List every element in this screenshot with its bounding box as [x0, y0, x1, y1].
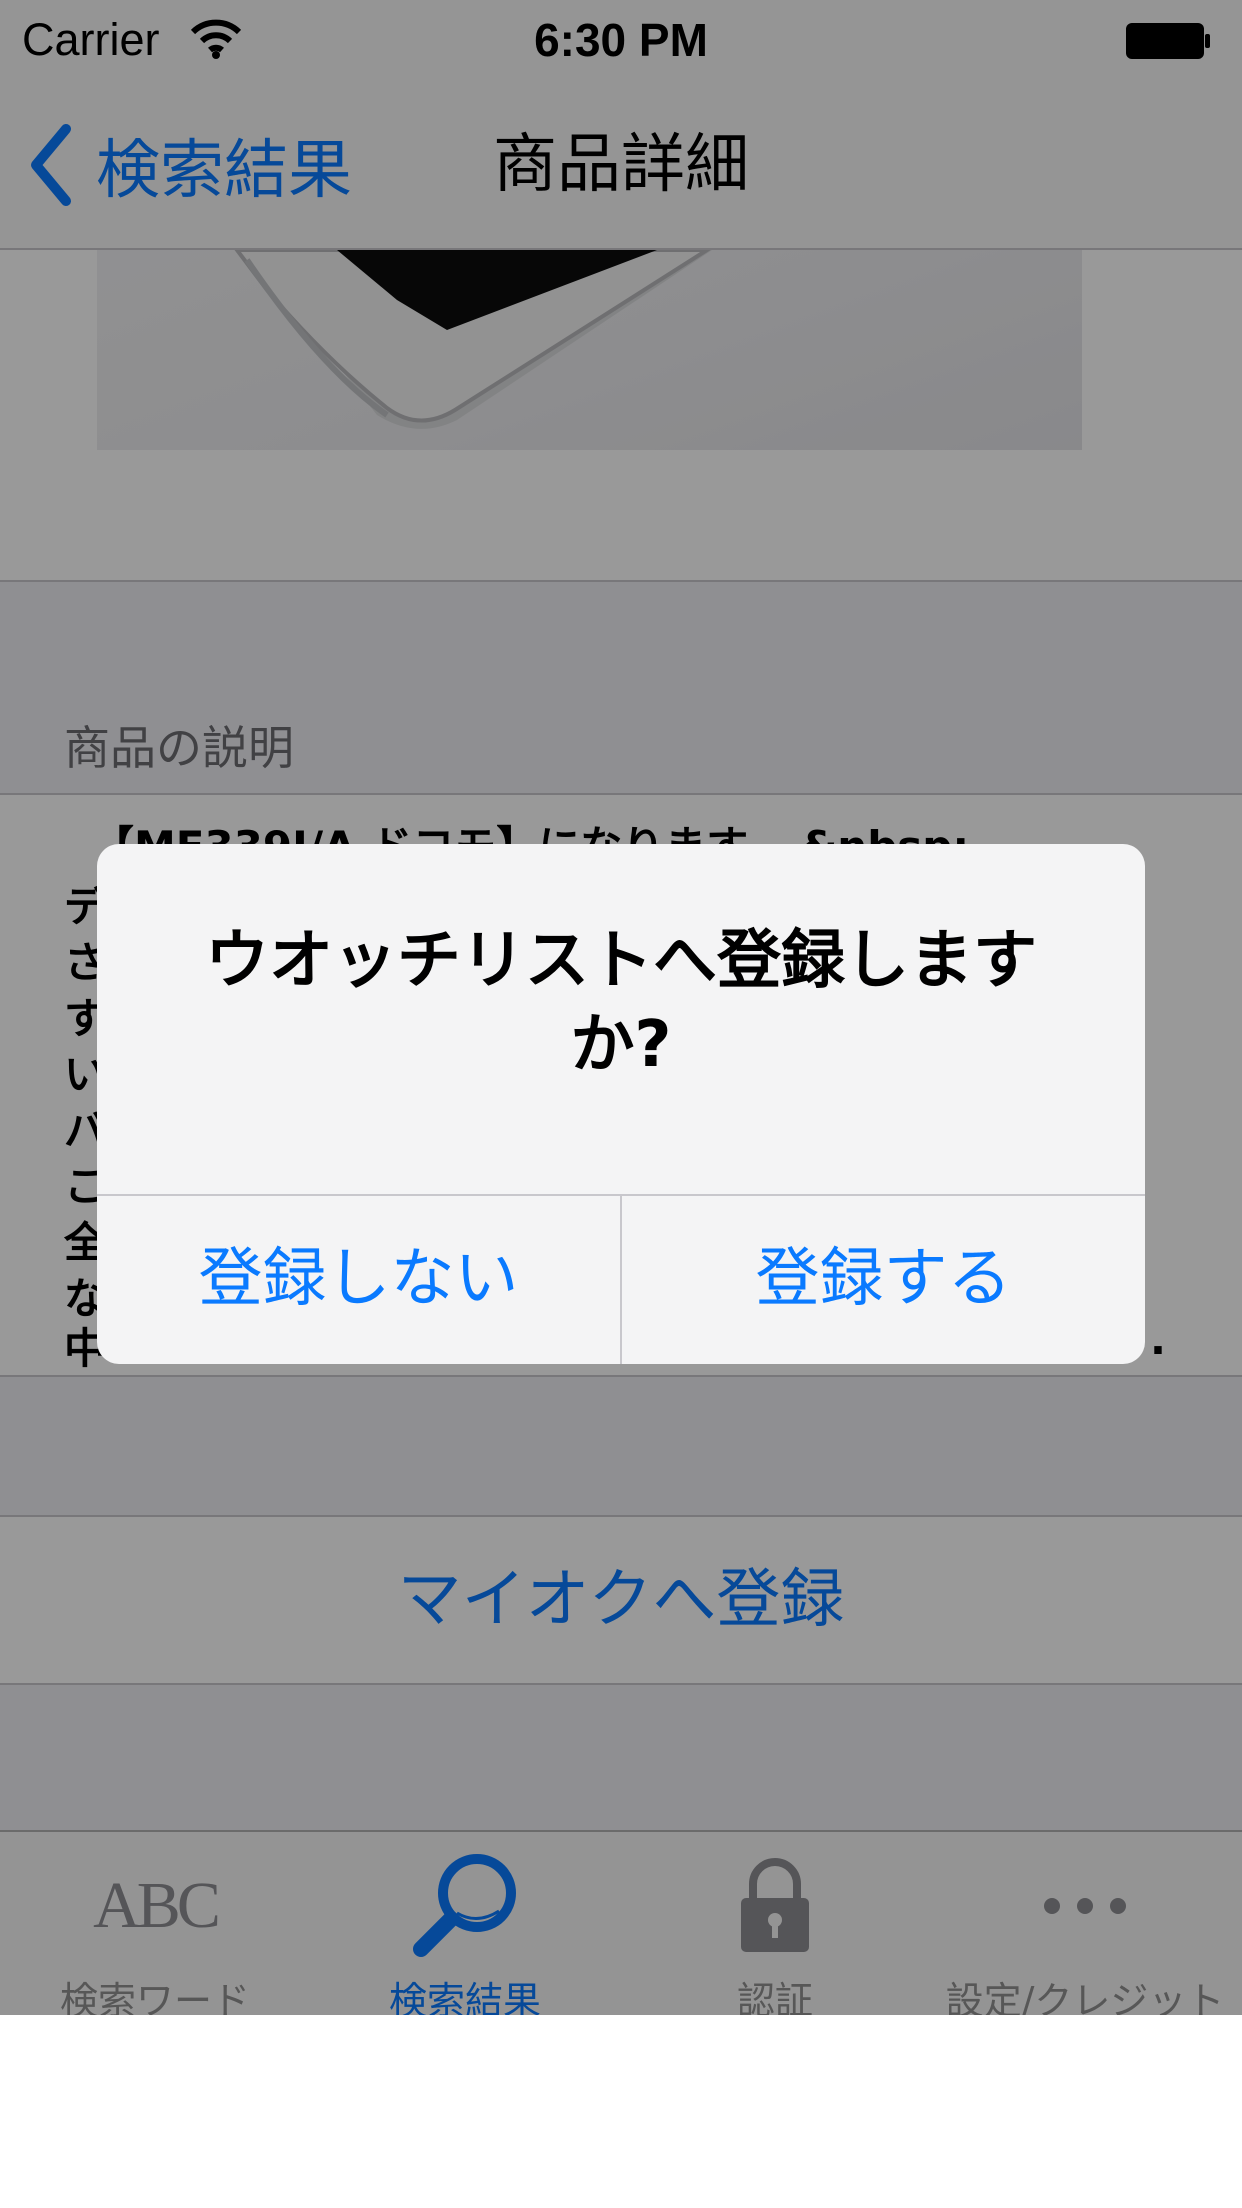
alert-dialog: ウオッチリストへ登録しますか? 登録しない 登録する [97, 844, 1145, 1364]
alert-button-row: 登録しない 登録する [97, 1194, 1145, 1364]
app-screen: Carrier 6:30 PM 検索結果 商品詳細 商品の説明 デ さ す い … [0, 0, 1242, 2015]
alert-title: ウオッチリストへ登録しますか? [205, 924, 1037, 1082]
cancel-button[interactable]: 登録しない [97, 1196, 622, 1364]
confirm-button[interactable]: 登録する [622, 1196, 1145, 1364]
